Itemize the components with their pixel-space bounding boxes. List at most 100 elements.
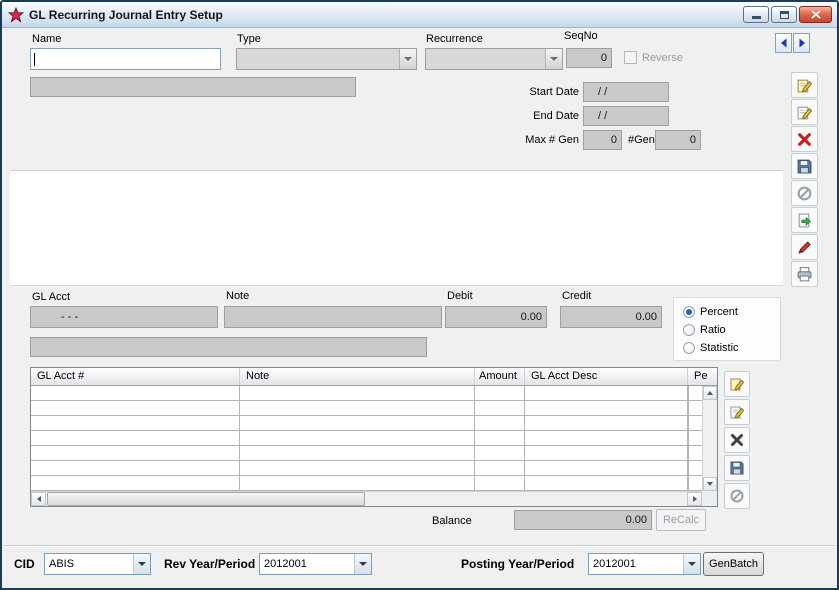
- print-button[interactable]: [791, 261, 818, 287]
- seqno-label: SeqNo: [564, 30, 598, 42]
- app-window: GL Recurring Journal Entry Setup Name Ty…: [0, 0, 839, 590]
- radio-statistic[interactable]: Statistic: [683, 339, 780, 357]
- radio-selected-icon: [683, 306, 695, 318]
- arrow-left-icon: [37, 496, 41, 502]
- table-row[interactable]: [31, 446, 702, 461]
- radio-percent[interactable]: Percent: [683, 303, 780, 321]
- recalc-button[interactable]: ReCalc: [656, 509, 706, 531]
- max-gen-label: Max # Gen: [498, 134, 579, 146]
- cid-dropdown-button[interactable]: [133, 554, 150, 574]
- sign-button[interactable]: [791, 234, 818, 260]
- sign-icon: [796, 239, 813, 256]
- save-row-button[interactable]: [724, 455, 750, 481]
- table-row[interactable]: [31, 416, 702, 431]
- table-cell: [525, 476, 688, 490]
- post-button[interactable]: [791, 207, 818, 233]
- table-cell: [688, 431, 689, 445]
- next-record-button[interactable]: [793, 33, 810, 53]
- table-cell: [525, 431, 688, 445]
- debit-field: 0.00: [445, 306, 547, 328]
- table-cell: [475, 476, 525, 490]
- footer-separator: [4, 545, 835, 547]
- recurrence-dropdown-button[interactable]: [545, 49, 562, 69]
- horizontal-scrollbar[interactable]: [31, 491, 702, 506]
- save-row-icon: [729, 460, 745, 476]
- table-row[interactable]: [31, 401, 702, 416]
- radio-ratio[interactable]: Ratio: [683, 321, 780, 339]
- delete-record-button[interactable]: [791, 126, 818, 152]
- save-record-button[interactable]: [791, 153, 818, 179]
- genbatch-button[interactable]: GenBatch: [703, 552, 764, 576]
- table-row[interactable]: [31, 386, 702, 401]
- delete-record-icon: [796, 131, 813, 148]
- table-cell: [240, 476, 475, 490]
- max-gen-value: 0: [611, 134, 617, 146]
- start-date-field: / /: [583, 82, 669, 102]
- gen-count-value: 0: [690, 134, 696, 146]
- prev-record-button[interactable]: [775, 33, 792, 53]
- maximize-button[interactable]: [771, 6, 797, 23]
- detail-note-label: Note: [226, 290, 249, 302]
- close-button[interactable]: [799, 6, 832, 23]
- credit-value: 0.00: [636, 311, 657, 323]
- reverse-checkbox[interactable]: [624, 51, 637, 64]
- cancel-button[interactable]: [791, 180, 818, 206]
- edit-row-button[interactable]: [724, 399, 750, 425]
- name-input[interactable]: [30, 48, 221, 70]
- debit-label: Debit: [447, 290, 473, 302]
- title-bar[interactable]: GL Recurring Journal Entry Setup: [2, 2, 837, 28]
- add-row-button[interactable]: [724, 371, 750, 397]
- add-record-button[interactable]: [791, 72, 818, 98]
- detail-note-field: [224, 306, 442, 328]
- chevron-down-icon: [359, 562, 367, 566]
- column-header-amount[interactable]: Amount: [475, 368, 525, 385]
- rev-year-period-label: Rev Year/Period: [164, 557, 255, 571]
- scroll-down-button[interactable]: [703, 477, 717, 491]
- minimize-button[interactable]: [743, 6, 769, 23]
- next-record-icon: [796, 37, 808, 49]
- table-row[interactable]: [31, 431, 702, 446]
- table-cell: [31, 476, 240, 490]
- scrollbar-corner: [702, 491, 717, 506]
- table-cell: [525, 386, 688, 400]
- radio-icon: [683, 342, 695, 354]
- scroll-up-button[interactable]: [703, 386, 717, 400]
- save-record-icon: [796, 158, 813, 175]
- delete-row-button[interactable]: [724, 427, 750, 453]
- posting-year-period-dropdown-button[interactable]: [683, 554, 700, 574]
- recurrence-label: Recurrence: [426, 33, 483, 45]
- recurrence-value: [426, 49, 545, 69]
- table-row[interactable]: [31, 476, 702, 491]
- recurrence-dropdown[interactable]: [425, 48, 563, 70]
- chevron-down-icon: [550, 57, 558, 61]
- column-header-note[interactable]: Note: [240, 368, 475, 385]
- star-icon: [8, 7, 24, 23]
- maximize-icon: [780, 11, 789, 19]
- window-controls: [743, 6, 832, 23]
- radio-ratio-label: Ratio: [700, 324, 726, 336]
- column-header-percent[interactable]: Pe: [688, 368, 717, 385]
- table-cell: [475, 401, 525, 415]
- prev-record-icon: [778, 37, 790, 49]
- type-dropdown-button[interactable]: [399, 49, 416, 69]
- column-header-gl-acct[interactable]: GL Acct #: [31, 368, 240, 385]
- balance-value: 0.00: [626, 514, 647, 526]
- table-cell: [525, 401, 688, 415]
- table-row[interactable]: [31, 461, 702, 476]
- posting-year-period-dropdown[interactable]: 2012001: [588, 553, 701, 575]
- vertical-scrollbar[interactable]: [702, 386, 717, 491]
- rev-year-period-dropdown-button[interactable]: [354, 554, 371, 574]
- scrollbar-thumb[interactable]: [47, 492, 365, 506]
- cancel-row-button[interactable]: [724, 483, 750, 509]
- cid-dropdown[interactable]: ABIS: [44, 553, 151, 575]
- table-cell: [525, 446, 688, 460]
- table-cell: [240, 446, 475, 460]
- scroll-right-button[interactable]: [687, 492, 702, 506]
- edit-record-button[interactable]: [791, 99, 818, 125]
- rev-year-period-dropdown[interactable]: 2012001: [259, 553, 372, 575]
- column-header-gl-acct-desc[interactable]: GL Acct Desc: [525, 368, 688, 385]
- window-title: GL Recurring Journal Entry Setup: [29, 8, 223, 22]
- scroll-left-button[interactable]: [31, 492, 46, 506]
- journal-lines-grid[interactable]: GL Acct # Note Amount GL Acct Desc Pe: [30, 367, 718, 507]
- type-dropdown[interactable]: [236, 48, 417, 70]
